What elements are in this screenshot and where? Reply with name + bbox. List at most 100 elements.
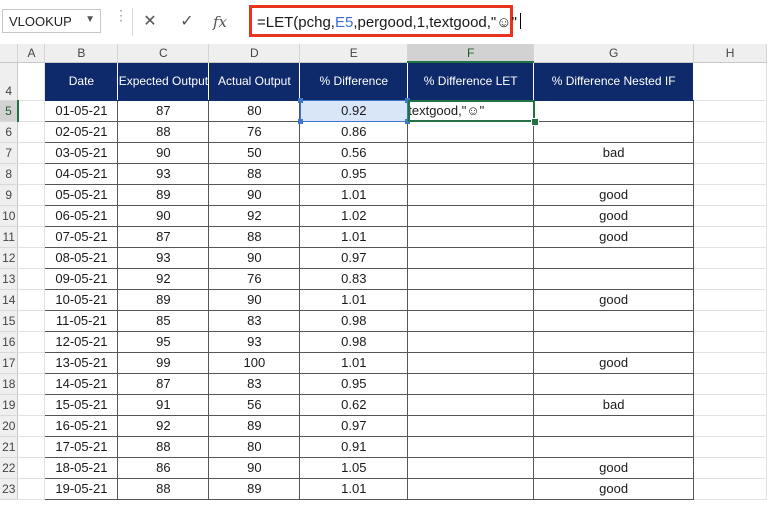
cell[interactable] [693,226,767,248]
cell[interactable] [693,289,767,311]
row-header[interactable]: 23 [0,478,19,500]
cell[interactable] [17,268,46,290]
row-header[interactable]: 8 [0,163,19,185]
cell[interactable] [693,436,767,458]
row-header[interactable]: 17 [0,352,19,374]
pct-difference-cell[interactable]: 1.01 [299,184,409,206]
pct-difference-cell[interactable]: 0.62 [299,394,409,416]
header-date[interactable]: Date [44,62,119,101]
cell[interactable] [693,478,767,500]
row-header[interactable]: 4 [0,62,19,101]
header-pct-difference[interactable]: % Difference [299,62,409,101]
column-header-e[interactable]: E [299,44,409,63]
actual-output-cell[interactable]: 100 [208,352,301,374]
cell[interactable] [693,247,767,269]
expected-output-cell[interactable]: 95 [117,331,210,353]
pct-difference-cell[interactable]: 1.01 [299,352,409,374]
column-header-g[interactable]: G [533,44,695,63]
pct-difference-let-cell[interactable] [407,121,535,143]
pct-difference-nested-if-cell[interactable] [533,310,695,332]
date-cell[interactable]: 19-05-21 [44,478,119,500]
cell[interactable] [17,142,46,164]
cell[interactable] [17,394,46,416]
expected-output-cell[interactable]: 88 [117,121,210,143]
reference-handle[interactable] [405,119,410,124]
actual-output-cell[interactable]: 76 [208,121,301,143]
pct-difference-let-cell[interactable] [407,457,535,479]
pct-difference-nested-if-cell[interactable]: good [533,352,695,374]
pct-difference-nested-if-cell[interactable]: good [533,289,695,311]
expected-output-cell[interactable]: 89 [117,184,210,206]
date-cell[interactable]: 08-05-21 [44,247,119,269]
pct-difference-let-cell[interactable] [407,142,535,164]
cell[interactable] [17,62,46,101]
cell[interactable] [17,226,46,248]
row-header[interactable]: 22 [0,457,19,479]
actual-output-cell[interactable]: 90 [208,247,301,269]
pct-difference-cell[interactable]: 0.95 [299,163,409,185]
cell[interactable] [17,457,46,479]
cell[interactable] [693,394,767,416]
cell[interactable] [17,331,46,353]
date-cell[interactable]: 18-05-21 [44,457,119,479]
cell[interactable] [17,310,46,332]
date-cell[interactable]: 12-05-21 [44,331,119,353]
actual-output-cell[interactable]: 90 [208,457,301,479]
expected-output-cell[interactable]: 99 [117,352,210,374]
cell[interactable] [693,184,767,206]
name-box[interactable]: VLOOKUP ▼ [2,9,101,33]
header-pct-difference-nested-if[interactable]: % Difference Nested IF [533,62,695,101]
reference-handle[interactable] [405,98,410,103]
row-header[interactable]: 7 [0,142,19,164]
cell[interactable] [693,310,767,332]
pct-difference-cell[interactable]: 0.97 [299,415,409,437]
actual-output-cell[interactable]: 89 [208,415,301,437]
pct-difference-cell[interactable]: 0.86 [299,121,409,143]
pct-difference-cell[interactable]: 1.01 [299,226,409,248]
row-header[interactable]: 21 [0,436,19,458]
row-header[interactable]: 6 [0,121,19,143]
cancel-icon[interactable]: ✕ [135,10,165,34]
pct-difference-let-cell[interactable] [407,226,535,248]
cell[interactable] [693,415,767,437]
pct-difference-cell[interactable]: 0.95 [299,373,409,395]
pct-difference-nested-if-cell[interactable] [533,415,695,437]
pct-difference-let-cell[interactable] [407,436,535,458]
expected-output-cell[interactable]: 93 [117,247,210,269]
expected-output-cell[interactable]: 89 [117,289,210,311]
date-cell[interactable]: 05-05-21 [44,184,119,206]
date-cell[interactable]: 15-05-21 [44,394,119,416]
pct-difference-cell[interactable]: 0.98 [299,310,409,332]
column-header-h[interactable]: H [693,44,767,63]
pct-difference-let-cell[interactable] [407,205,535,227]
cell[interactable] [17,205,46,227]
header-expected-output[interactable]: Expected Output [117,62,210,101]
actual-output-cell[interactable]: 80 [208,436,301,458]
date-cell[interactable]: 13-05-21 [44,352,119,374]
pct-difference-cell[interactable]: 0.98 [299,331,409,353]
expected-output-cell[interactable]: 93 [117,163,210,185]
cell[interactable] [693,121,767,143]
row-header[interactable]: 18 [0,373,19,395]
pct-difference-let-cell[interactable] [407,352,535,374]
date-cell[interactable]: 09-05-21 [44,268,119,290]
date-cell[interactable]: 16-05-21 [44,415,119,437]
date-cell[interactable]: 17-05-21 [44,436,119,458]
date-cell[interactable]: 02-05-21 [44,121,119,143]
select-all-corner[interactable] [0,44,19,63]
cell[interactable] [17,478,46,500]
pct-difference-cell[interactable]: 0.97 [299,247,409,269]
cell[interactable] [17,352,46,374]
column-header-c[interactable]: C [117,44,210,63]
row-header[interactable]: 10 [0,205,19,227]
pct-difference-cell[interactable]: 1.01 [299,478,409,500]
reference-handle[interactable] [298,98,303,103]
pct-difference-nested-if-cell[interactable]: bad [533,142,695,164]
actual-output-cell[interactable]: 88 [208,226,301,248]
drag-handle-icon[interactable]: ⋮ [114,8,128,22]
pct-difference-let-cell[interactable] [407,394,535,416]
row-header[interactable]: 14 [0,289,19,311]
actual-output-cell[interactable]: 88 [208,163,301,185]
actual-output-cell[interactable]: 90 [208,289,301,311]
cell[interactable] [17,436,46,458]
